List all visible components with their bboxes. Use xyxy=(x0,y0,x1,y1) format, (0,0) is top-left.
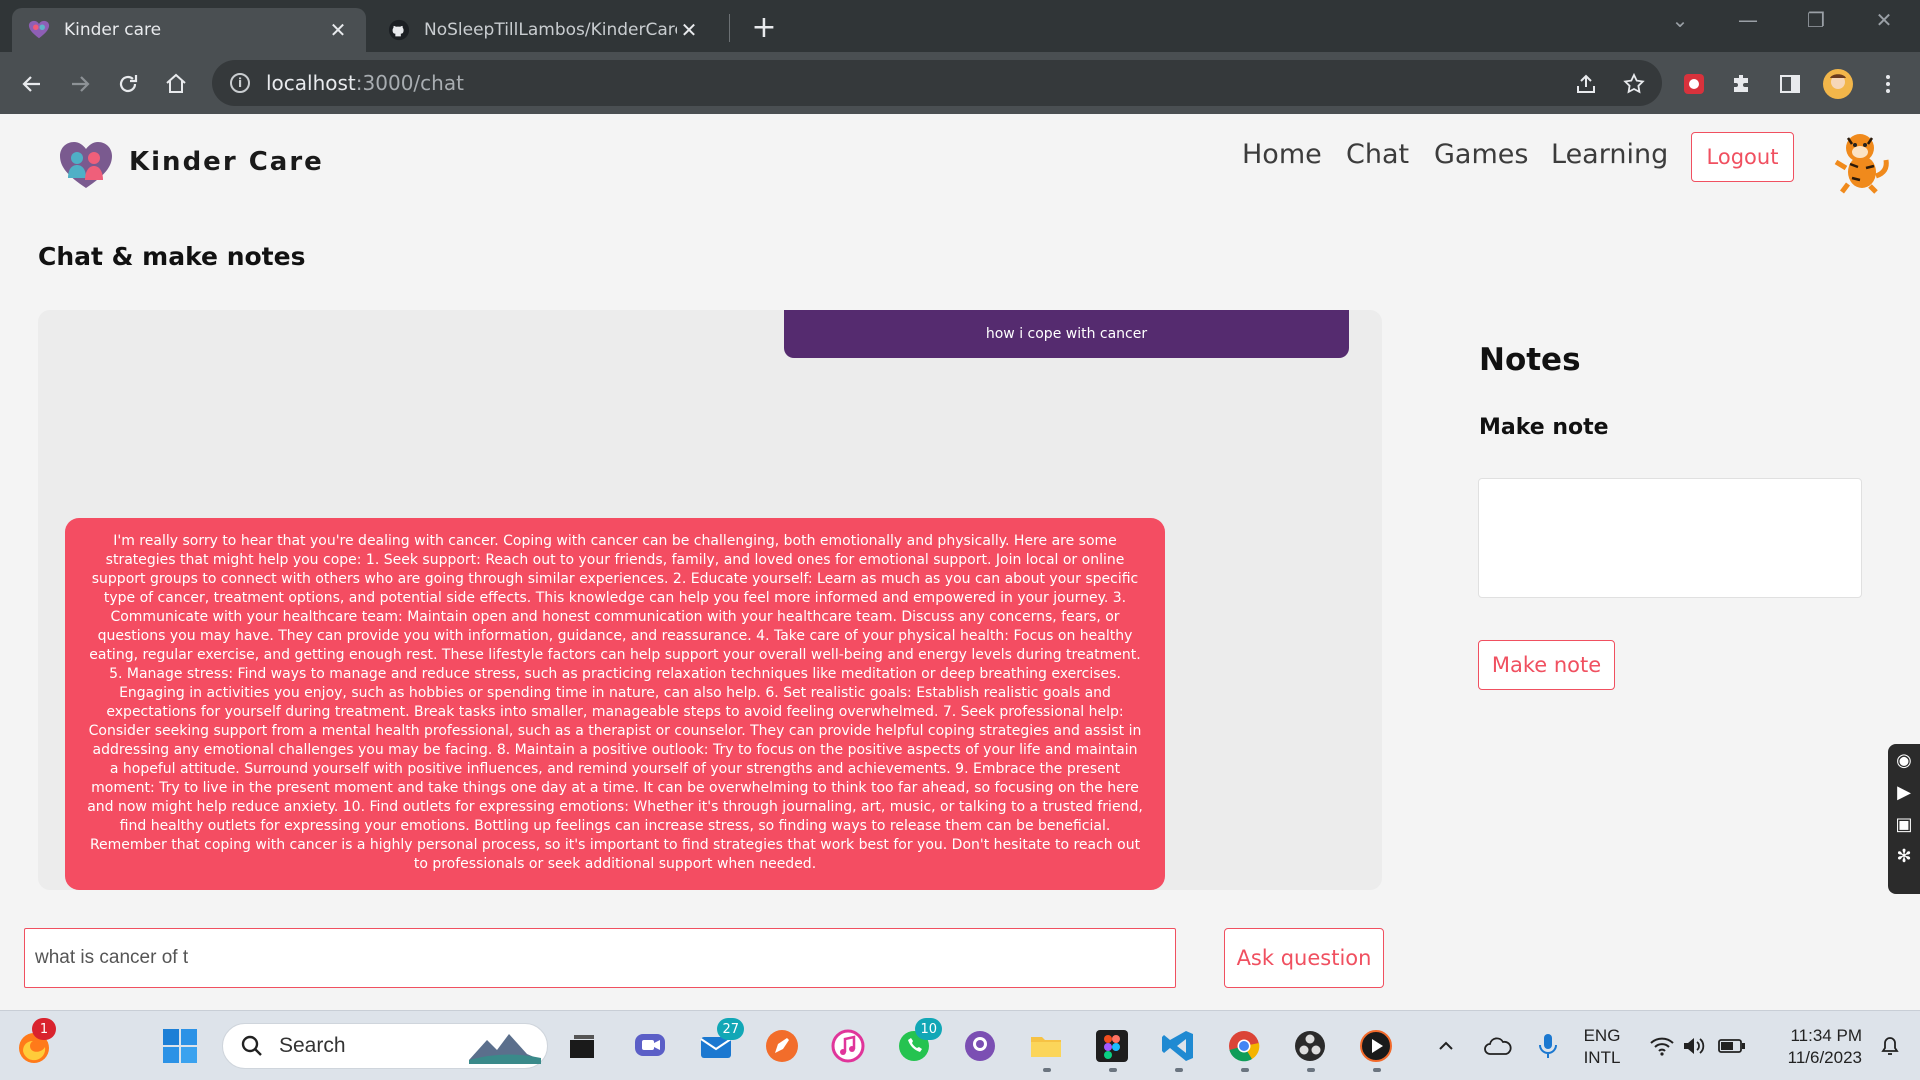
wifi-icon[interactable] xyxy=(1644,1024,1680,1068)
gallery-icon[interactable]: ▣ xyxy=(1888,808,1920,840)
brand-name: Kinder Care xyxy=(129,147,324,177)
make-note-button[interactable]: Make note xyxy=(1478,640,1615,690)
camera-icon[interactable]: ◉ xyxy=(1888,744,1920,776)
running-indicator xyxy=(1241,1068,1249,1072)
tab-title: Kinder care xyxy=(64,20,162,40)
windows-start-icon[interactable] xyxy=(158,1024,202,1068)
new-tab-icon[interactable]: + xyxy=(748,10,780,45)
firefox-icon[interactable]: 1 xyxy=(12,1018,56,1068)
tray-chevron-up-icon[interactable] xyxy=(1430,1024,1462,1068)
nav-chat[interactable]: Chat xyxy=(1346,139,1409,170)
nav-home[interactable]: Home xyxy=(1242,139,1322,170)
tab-title: NoSleepTillLambos/KinderCare: xyxy=(424,20,677,40)
forward-icon[interactable] xyxy=(62,66,98,102)
bookmark-star-icon[interactable] xyxy=(1616,66,1652,102)
whatsapp-icon[interactable]: 10 xyxy=(892,1018,942,1068)
clock-date: 11/6/2023 xyxy=(1787,1048,1862,1067)
extensions-puzzle-icon[interactable] xyxy=(1724,66,1760,102)
minimize-icon[interactable]: — xyxy=(1718,8,1778,32)
profile-avatar-icon[interactable] xyxy=(1820,66,1856,102)
url-path: :3000/chat xyxy=(355,71,464,95)
running-indicator xyxy=(1109,1068,1117,1072)
question-input[interactable] xyxy=(24,928,1176,988)
side-panel-icon[interactable] xyxy=(1772,66,1808,102)
onedrive-cloud-icon[interactable] xyxy=(1480,1024,1516,1068)
settings-gear-icon[interactable]: ✻ xyxy=(1888,840,1920,872)
page-title: Chat & make notes xyxy=(38,242,306,271)
page: Kinder Care Home Chat Games Learning Log… xyxy=(0,114,1920,1010)
language-code: ENG xyxy=(1583,1026,1621,1045)
running-indicator xyxy=(1043,1068,1051,1072)
ask-question-button[interactable]: Ask question xyxy=(1224,928,1384,988)
battery-icon[interactable] xyxy=(1714,1024,1750,1068)
assistant-message-bubble: I'm really sorry to hear that you're dea… xyxy=(65,518,1165,890)
make-note-label: Make note xyxy=(1479,415,1609,440)
github-favicon-icon xyxy=(388,19,410,41)
close-tab-icon[interactable]: ✕ xyxy=(677,18,701,42)
github-desktop-icon[interactable] xyxy=(958,1024,1002,1068)
browser-menu-icon[interactable] xyxy=(1870,66,1906,102)
home-icon[interactable] xyxy=(158,66,194,102)
clock-time: 11:34 PM xyxy=(1790,1026,1862,1045)
url-host: localhost xyxy=(266,71,356,95)
running-indicator xyxy=(1307,1068,1315,1072)
obs-icon[interactable] xyxy=(1288,1024,1332,1068)
pen-app-icon[interactable] xyxy=(760,1024,804,1068)
search-icon xyxy=(241,1035,262,1056)
browser-toolbar: i localhost:3000/chat xyxy=(0,52,1920,114)
nav-games[interactable]: Games xyxy=(1434,139,1528,170)
whatsapp-badge: 10 xyxy=(915,1018,942,1040)
task-view-icon[interactable] xyxy=(560,1024,604,1068)
nav-learning[interactable]: Learning xyxy=(1551,139,1668,170)
chrome-icon[interactable] xyxy=(1222,1024,1266,1068)
reload-icon[interactable] xyxy=(110,66,146,102)
kinder-care-logo[interactable] xyxy=(58,140,114,190)
keyboard-layout: INTL xyxy=(1583,1048,1621,1067)
mail-icon[interactable]: 27 xyxy=(694,1018,744,1068)
site-info-icon[interactable]: i xyxy=(230,73,250,93)
running-indicator xyxy=(1175,1068,1183,1072)
teams-chat-icon[interactable] xyxy=(628,1024,672,1068)
notification-icon[interactable] xyxy=(1870,1024,1910,1068)
share-icon[interactable] xyxy=(1568,66,1604,102)
logout-button[interactable]: Logout xyxy=(1691,132,1794,182)
heart-favicon-icon xyxy=(28,20,50,39)
user-message-bubble: how i cope with cancer xyxy=(784,310,1349,358)
microphone-icon[interactable] xyxy=(1530,1024,1566,1068)
restore-icon[interactable]: ❐ xyxy=(1786,8,1846,32)
close-window-icon[interactable]: ✕ xyxy=(1854,8,1914,32)
browser-tabbar: Kinder care ✕ NoSleepTillLambos/KinderCa… xyxy=(0,0,1920,52)
running-indicator xyxy=(1373,1068,1381,1072)
capture-widget: ◉ ▶ ▣ ✻ xyxy=(1888,744,1920,894)
vscode-icon[interactable] xyxy=(1156,1024,1200,1068)
extension-red-icon[interactable] xyxy=(1676,66,1712,102)
firefox-badge: 1 xyxy=(32,1018,56,1040)
search-highlight-mountains-icon xyxy=(469,1034,541,1064)
tiger-mascot-icon[interactable] xyxy=(1828,128,1892,194)
back-icon[interactable] xyxy=(14,66,50,102)
media-player-icon[interactable] xyxy=(1354,1024,1398,1068)
tab-separator xyxy=(729,14,730,42)
volume-icon[interactable] xyxy=(1676,1024,1712,1068)
itunes-icon[interactable] xyxy=(826,1024,870,1068)
close-tab-icon[interactable]: ✕ xyxy=(326,18,350,42)
tab-github[interactable]: NoSleepTillLambos/KinderCare: ✕ xyxy=(372,8,717,52)
clock[interactable]: 11:34 PM 11/6/2023 xyxy=(1766,1025,1862,1069)
file-explorer-icon[interactable] xyxy=(1024,1024,1068,1068)
taskbar-search[interactable]: Search xyxy=(222,1023,548,1069)
note-textarea[interactable] xyxy=(1478,478,1862,598)
tab-kinder-care[interactable]: Kinder care ✕ xyxy=(12,8,366,52)
language-indicator[interactable]: ENG INTL xyxy=(1574,1025,1630,1069)
tab-search-chevron-icon[interactable]: ⌄ xyxy=(1650,8,1710,32)
address-bar[interactable]: i localhost:3000/chat xyxy=(212,60,1662,106)
windows-taskbar: 1 Search 27 10 ENG INTL 11:34 PM 11/6/20… xyxy=(0,1010,1920,1080)
taskbar-search-label: Search xyxy=(279,1034,346,1057)
figma-icon[interactable] xyxy=(1090,1024,1134,1068)
mail-badge: 27 xyxy=(717,1018,744,1040)
notes-title: Notes xyxy=(1479,342,1581,378)
video-icon[interactable]: ▶ xyxy=(1888,776,1920,808)
